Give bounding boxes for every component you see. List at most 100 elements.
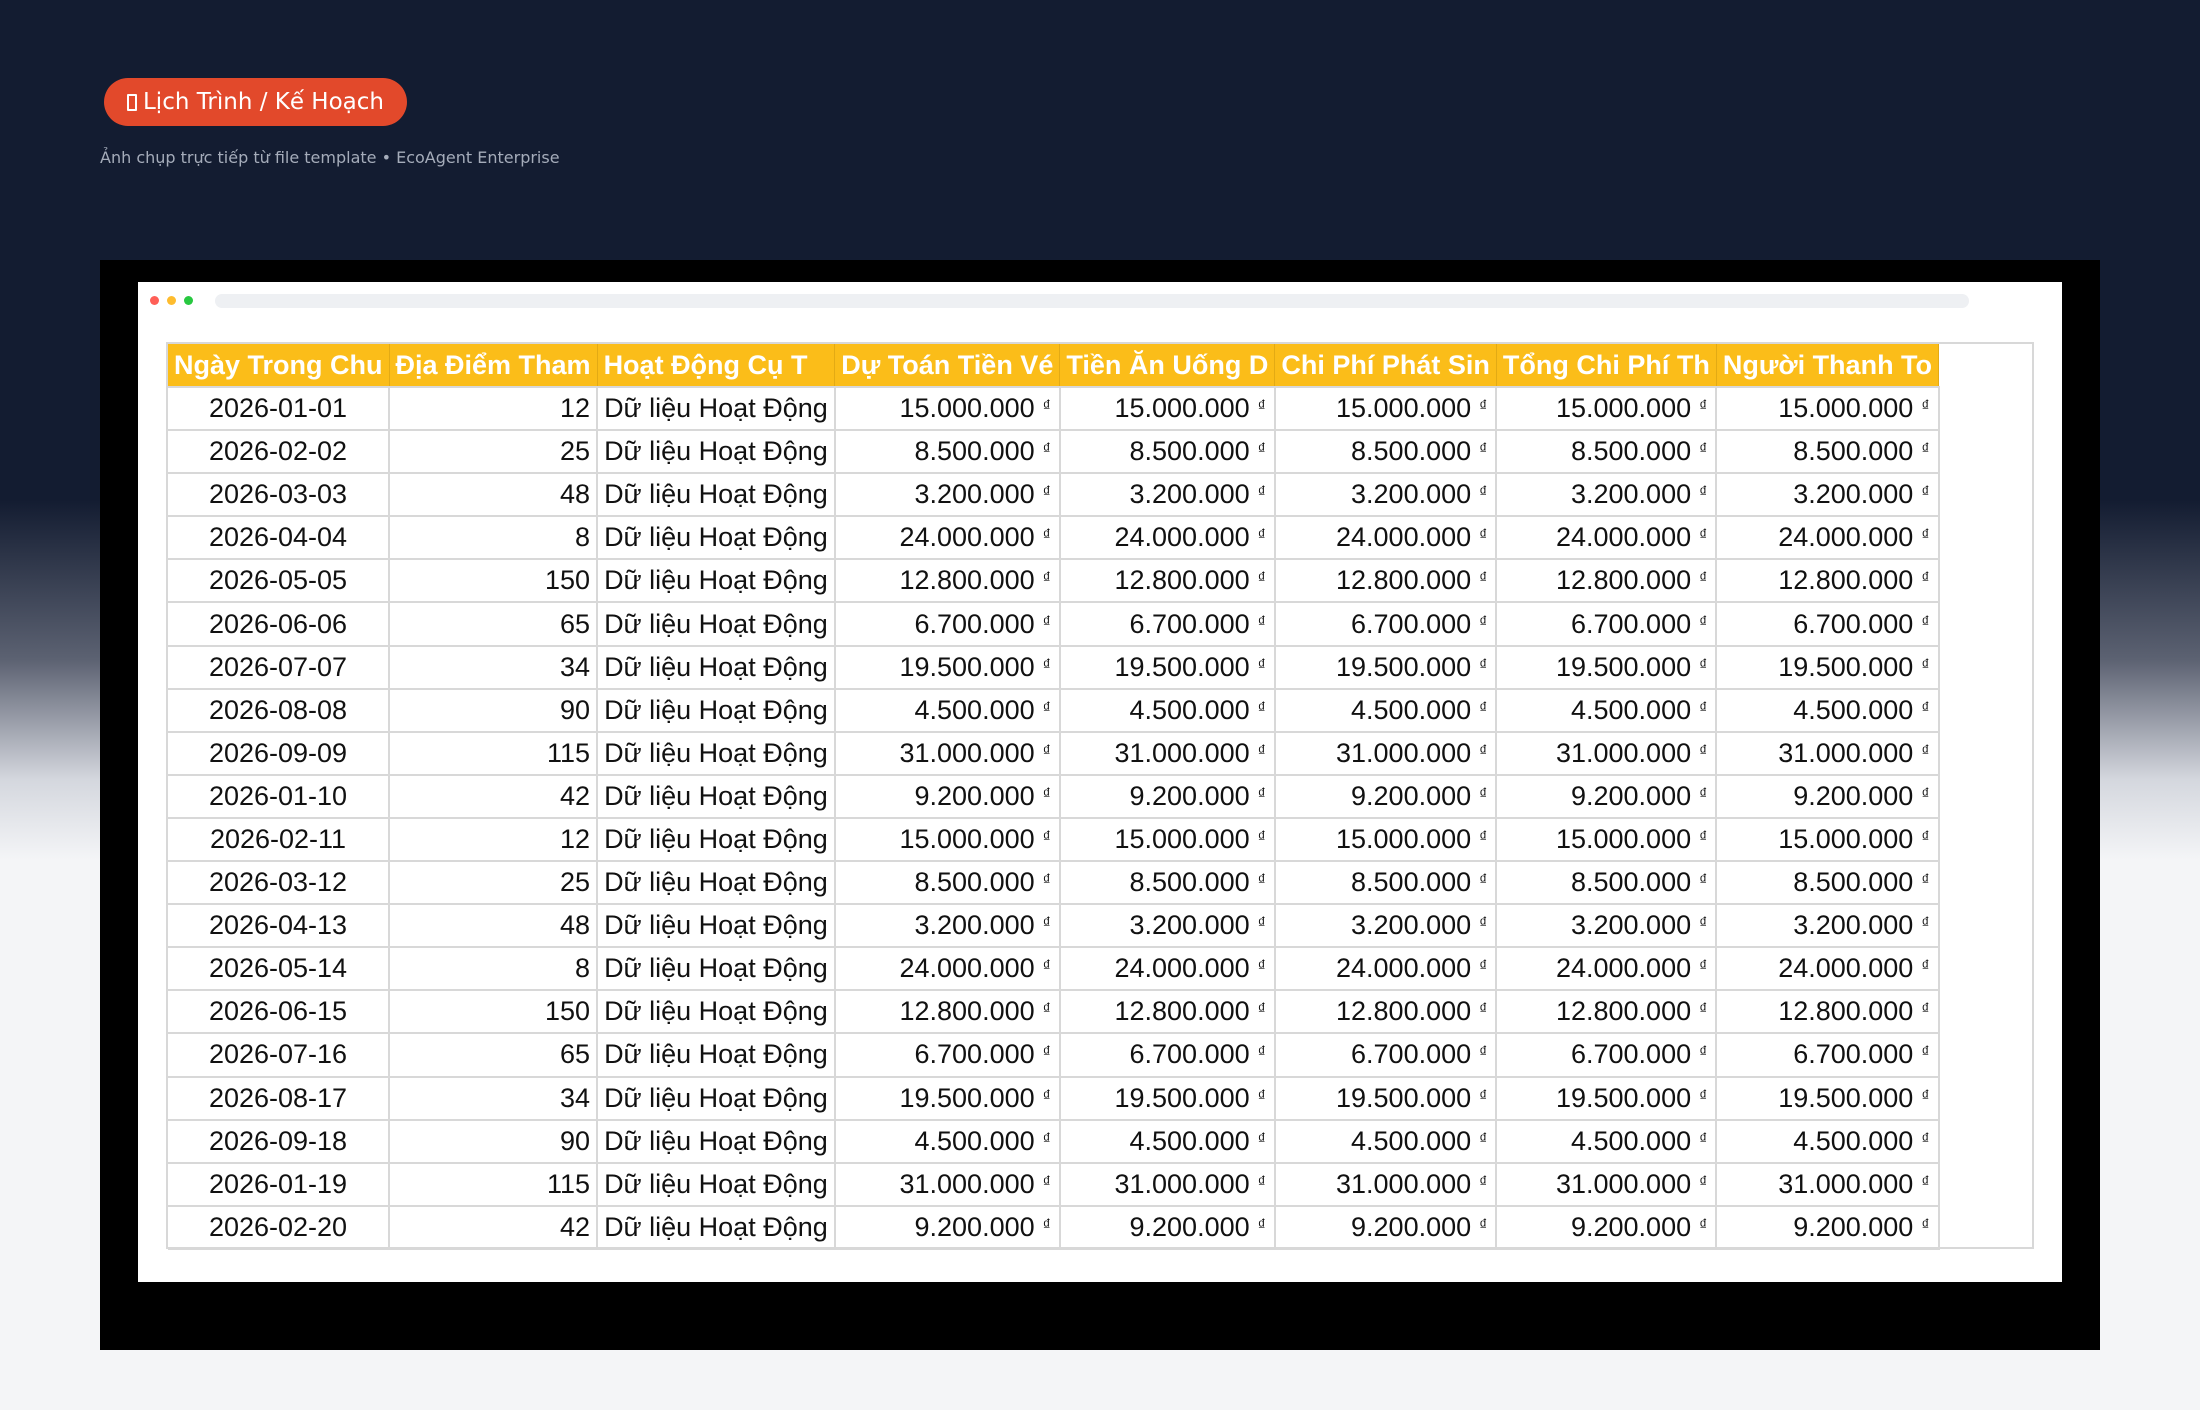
table-cell[interactable]: 24.000.000 ₫: [1274, 516, 1498, 561]
table-cell[interactable]: 42: [389, 774, 599, 819]
table-cell[interactable]: 6.700.000 ₫: [1274, 1033, 1498, 1078]
table-cell[interactable]: 42: [389, 1205, 599, 1250]
table-cell[interactable]: 8.500.000 ₫: [1059, 430, 1276, 475]
table-cell[interactable]: 19.500.000 ₫: [1496, 645, 1718, 690]
table-cell[interactable]: 9.200.000 ₫: [834, 1205, 1061, 1250]
table-cell[interactable]: 12.800.000 ₫: [1496, 990, 1718, 1035]
table-cell[interactable]: 9.200.000 ₫: [1716, 774, 1940, 819]
table-cell[interactable]: 4.500.000 ₫: [1496, 1119, 1718, 1164]
table-cell[interactable]: 2026-08-17: [168, 1076, 390, 1121]
table-cell[interactable]: 15.000.000 ₫: [1059, 387, 1276, 432]
table-cell[interactable]: 24.000.000 ₫: [1274, 947, 1498, 992]
table-cell[interactable]: 48: [389, 473, 599, 518]
table-cell[interactable]: 3.200.000 ₫: [1496, 473, 1718, 518]
table-cell[interactable]: Dữ liệu Hoạt Động: [597, 559, 836, 604]
table-cell[interactable]: 6.700.000 ₫: [834, 1033, 1061, 1078]
table-cell[interactable]: 8.500.000 ₫: [1496, 861, 1718, 906]
address-bar[interactable]: [215, 294, 1969, 308]
table-cell[interactable]: 34: [389, 645, 599, 690]
table-cell[interactable]: 2026-09-18: [168, 1119, 390, 1164]
table-cell[interactable]: 24.000.000 ₫: [834, 516, 1061, 561]
table-cell[interactable]: 9.200.000 ₫: [1059, 1205, 1276, 1250]
table-cell[interactable]: 19.500.000 ₫: [1274, 1076, 1498, 1121]
table-cell[interactable]: 4.500.000 ₫: [1496, 688, 1718, 733]
table-cell[interactable]: Dữ liệu Hoạt Động: [597, 817, 836, 863]
table-cell[interactable]: 3.200.000 ₫: [1274, 904, 1498, 949]
table-cell[interactable]: 2026-06-06: [168, 602, 390, 647]
table-cell[interactable]: 2026-04-04: [168, 516, 390, 561]
table-cell[interactable]: 31.000.000 ₫: [1059, 731, 1276, 776]
table-cell[interactable]: 9.200.000 ₫: [834, 774, 1061, 819]
maximize-dot[interactable]: [184, 296, 193, 305]
table-cell[interactable]: 24.000.000 ₫: [1059, 947, 1276, 992]
table-cell[interactable]: 4.500.000 ₫: [1059, 1119, 1276, 1164]
table-cell[interactable]: 12.800.000 ₫: [1059, 990, 1276, 1035]
table-cell[interactable]: 3.200.000 ₫: [1059, 473, 1276, 518]
table-cell[interactable]: 65: [389, 1033, 599, 1078]
table-cell[interactable]: 15.000.000 ₫: [1496, 387, 1718, 432]
table-cell[interactable]: 12.800.000 ₫: [1716, 559, 1940, 604]
table-cell[interactable]: 3.200.000 ₫: [1496, 904, 1718, 949]
table-cell[interactable]: Dữ liệu Hoạt Động: [597, 645, 836, 690]
table-cell[interactable]: 6.700.000 ₫: [834, 602, 1061, 647]
table-cell[interactable]: 3.200.000 ₫: [1716, 473, 1940, 518]
table-cell[interactable]: Dữ liệu Hoạt Động: [597, 1076, 836, 1121]
table-cell[interactable]: 6.700.000 ₫: [1059, 602, 1276, 647]
table-cell[interactable]: 15.000.000 ₫: [1496, 817, 1718, 863]
table-cell[interactable]: 24.000.000 ₫: [834, 947, 1061, 992]
table-cell[interactable]: 6.700.000 ₫: [1716, 602, 1940, 647]
table-cell[interactable]: 15.000.000 ₫: [834, 387, 1061, 432]
table-cell[interactable]: 2026-05-05: [168, 559, 390, 604]
table-cell[interactable]: 19.500.000 ₫: [834, 645, 1061, 690]
table-cell[interactable]: 4.500.000 ₫: [834, 1119, 1061, 1164]
column-header[interactable]: Địa Điểm Tham: [389, 344, 598, 388]
table-cell[interactable]: 8.500.000 ₫: [1274, 861, 1498, 906]
table-cell[interactable]: 19.500.000 ₫: [1716, 645, 1940, 690]
column-header[interactable]: Chi Phí Phát Sin: [1274, 344, 1497, 388]
table-cell[interactable]: 31.000.000 ₫: [1496, 1162, 1718, 1207]
table-cell[interactable]: Dữ liệu Hoạt Động: [597, 473, 836, 518]
table-cell[interactable]: 12.800.000 ₫: [1716, 990, 1940, 1035]
table-cell[interactable]: Dữ liệu Hoạt Động: [597, 731, 836, 776]
table-cell[interactable]: 12: [389, 387, 599, 432]
column-header[interactable]: Ngày Trong Chu: [168, 344, 390, 388]
table-cell[interactable]: 4.500.000 ₫: [1716, 1119, 1940, 1164]
table-cell[interactable]: 3.200.000 ₫: [1059, 904, 1276, 949]
table-cell[interactable]: Dữ liệu Hoạt Động: [597, 516, 836, 561]
table-cell[interactable]: 2026-03-03: [168, 473, 390, 518]
table-cell[interactable]: 9.200.000 ₫: [1496, 774, 1718, 819]
table-cell[interactable]: Dữ liệu Hoạt Động: [597, 1033, 836, 1078]
table-cell[interactable]: 8: [389, 516, 599, 561]
table-cell[interactable]: 34: [389, 1076, 599, 1121]
table-cell[interactable]: 6.700.000 ₫: [1496, 602, 1718, 647]
table-cell[interactable]: 4.500.000 ₫: [1716, 688, 1940, 733]
table-cell[interactable]: 8: [389, 947, 599, 992]
table-cell[interactable]: 19.500.000 ₫: [1716, 1076, 1940, 1121]
table-cell[interactable]: 8.500.000 ₫: [834, 430, 1061, 475]
table-cell[interactable]: 115: [389, 731, 599, 776]
table-cell[interactable]: 12.800.000 ₫: [1059, 559, 1276, 604]
table-cell[interactable]: 19.500.000 ₫: [1059, 645, 1276, 690]
table-cell[interactable]: 15.000.000 ₫: [1059, 817, 1276, 863]
table-cell[interactable]: 8.500.000 ₫: [1059, 861, 1276, 906]
column-header[interactable]: Tiền Ăn Uống D: [1059, 344, 1276, 388]
table-cell[interactable]: 15.000.000 ₫: [1716, 817, 1940, 863]
table-cell[interactable]: 2026-02-20: [168, 1205, 390, 1250]
table-cell[interactable]: 65: [389, 602, 599, 647]
table-cell[interactable]: 2026-09-09: [168, 731, 390, 776]
table-cell[interactable]: 4.500.000 ₫: [1274, 1119, 1498, 1164]
table-cell[interactable]: 31.000.000 ₫: [1059, 1162, 1276, 1207]
table-cell[interactable]: 6.700.000 ₫: [1059, 1033, 1276, 1078]
table-cell[interactable]: 9.200.000 ₫: [1716, 1205, 1940, 1250]
table-cell[interactable]: 90: [389, 688, 599, 733]
table-cell[interactable]: Dữ liệu Hoạt Động: [597, 774, 836, 819]
table-cell[interactable]: 12.800.000 ₫: [1496, 559, 1718, 604]
table-cell[interactable]: 150: [389, 559, 599, 604]
table-cell[interactable]: Dữ liệu Hoạt Động: [597, 602, 836, 647]
table-cell[interactable]: 31.000.000 ₫: [1716, 731, 1940, 776]
table-cell[interactable]: 9.200.000 ₫: [1496, 1205, 1718, 1250]
table-cell[interactable]: 31.000.000 ₫: [834, 731, 1061, 776]
minimize-dot[interactable]: [167, 296, 176, 305]
table-cell[interactable]: Dữ liệu Hoạt Động: [597, 1162, 836, 1207]
table-cell[interactable]: 6.700.000 ₫: [1716, 1033, 1940, 1078]
